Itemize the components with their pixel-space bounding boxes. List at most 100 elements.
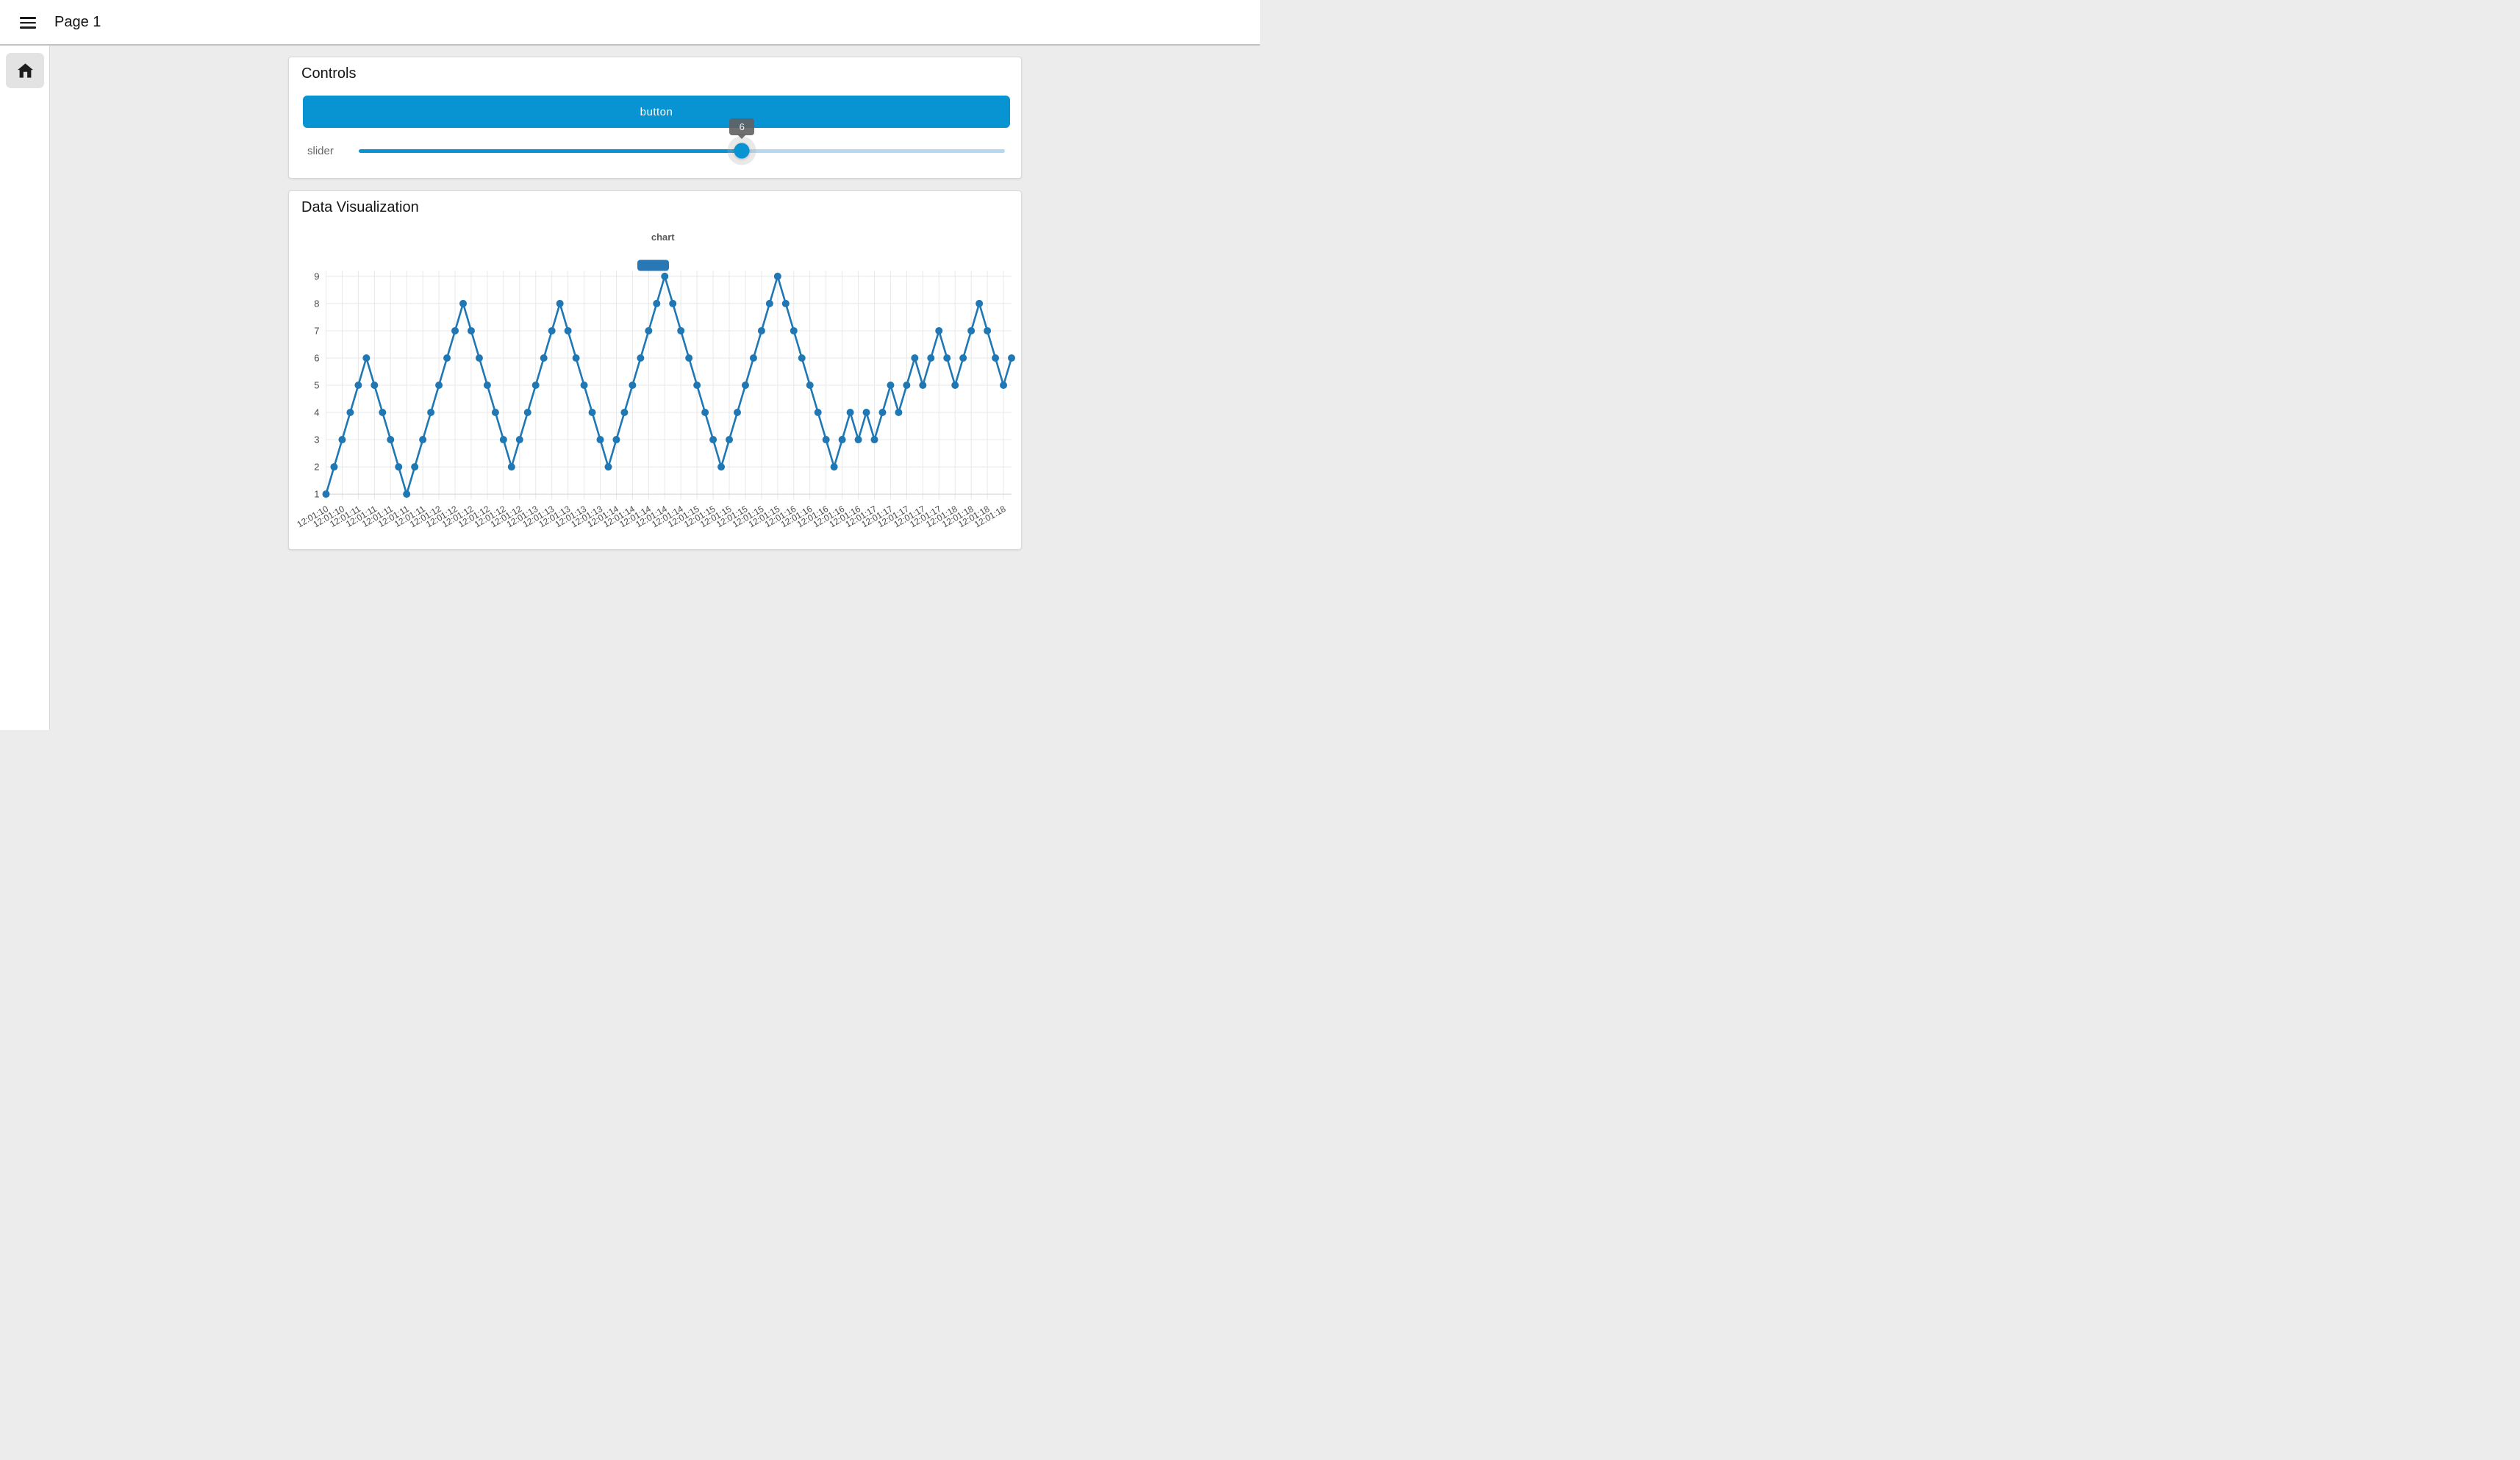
data-point bbox=[815, 409, 822, 416]
data-point bbox=[379, 409, 386, 416]
data-point bbox=[589, 409, 596, 416]
slider-value-tooltip: 6 bbox=[729, 118, 754, 135]
y-tick-label: 6 bbox=[314, 352, 319, 363]
data-point bbox=[878, 409, 886, 416]
y-tick-label: 2 bbox=[314, 462, 319, 473]
data-point bbox=[758, 327, 765, 334]
data-point bbox=[701, 409, 709, 416]
data-point bbox=[484, 382, 491, 389]
data-point bbox=[645, 327, 652, 334]
data-point bbox=[508, 463, 515, 470]
data-point bbox=[951, 382, 959, 389]
data-point bbox=[661, 273, 668, 280]
data-point bbox=[750, 354, 757, 362]
data-point bbox=[371, 382, 378, 389]
data-point bbox=[500, 436, 507, 443]
data-point bbox=[565, 327, 572, 334]
data-point bbox=[855, 436, 862, 443]
data-point bbox=[959, 354, 967, 362]
data-point bbox=[604, 463, 612, 470]
slider-fill bbox=[359, 149, 742, 153]
page-title: Page 1 bbox=[54, 0, 101, 44]
data-point bbox=[734, 409, 741, 416]
data-point bbox=[492, 409, 499, 416]
x-axis-labels: 12:01:1012:01:1012:01:1112:01:1112:01:11… bbox=[296, 504, 1008, 530]
data-point bbox=[427, 409, 434, 416]
data-point bbox=[597, 436, 604, 443]
hamburger-menu-icon[interactable] bbox=[20, 17, 36, 29]
data-point bbox=[976, 300, 983, 307]
y-tick-label: 1 bbox=[314, 489, 319, 500]
data-point bbox=[887, 382, 894, 389]
slider-handle[interactable] bbox=[734, 143, 750, 159]
data-point bbox=[362, 354, 370, 362]
data-point bbox=[806, 382, 814, 389]
data-point bbox=[476, 354, 483, 362]
data-point bbox=[927, 354, 934, 362]
y-axis-labels: 123456789 bbox=[314, 271, 319, 499]
data-point bbox=[984, 327, 991, 334]
data-point bbox=[653, 300, 660, 307]
data-point bbox=[548, 327, 556, 334]
slider-track[interactable]: 6 bbox=[359, 149, 1005, 153]
data-point bbox=[459, 300, 467, 307]
home-icon bbox=[18, 63, 33, 78]
data-point bbox=[419, 436, 426, 443]
data-point bbox=[847, 409, 854, 416]
data-point bbox=[1008, 354, 1015, 362]
data-point bbox=[532, 382, 540, 389]
data-point bbox=[709, 436, 717, 443]
slider-label: slider bbox=[307, 145, 334, 157]
data-point bbox=[637, 354, 644, 362]
data-point bbox=[766, 300, 773, 307]
controls-card-title: Controls bbox=[301, 65, 356, 82]
data-point bbox=[540, 354, 548, 362]
y-tick-label: 8 bbox=[314, 298, 319, 309]
data-point bbox=[693, 382, 701, 389]
data-point bbox=[573, 354, 580, 362]
data-point bbox=[863, 409, 870, 416]
data-point bbox=[774, 273, 781, 280]
data-point bbox=[839, 436, 846, 443]
y-tick-label: 3 bbox=[314, 434, 319, 445]
data-point bbox=[443, 354, 451, 362]
action-button[interactable]: button bbox=[303, 96, 1010, 128]
data-point bbox=[669, 300, 676, 307]
data-point bbox=[524, 409, 531, 416]
data-point bbox=[943, 354, 951, 362]
data-point bbox=[798, 354, 806, 362]
data-point bbox=[1000, 382, 1007, 389]
y-tick-label: 7 bbox=[314, 325, 319, 336]
chart-title: chart bbox=[651, 232, 675, 243]
topbar: Page 1 bbox=[0, 0, 1260, 46]
data-point bbox=[346, 409, 354, 416]
data-visualization-card: Data Visualization chart12345678912:01:1… bbox=[288, 190, 1022, 550]
legend-swatch bbox=[637, 260, 669, 271]
data-point bbox=[726, 436, 733, 443]
data-point bbox=[742, 382, 749, 389]
sidebar-home-button[interactable] bbox=[6, 53, 44, 88]
data-point bbox=[919, 382, 926, 389]
data-point bbox=[903, 382, 910, 389]
data-point bbox=[935, 327, 942, 334]
data-point bbox=[620, 409, 628, 416]
data-point bbox=[717, 463, 725, 470]
data-point bbox=[354, 382, 362, 389]
data-point bbox=[823, 436, 830, 443]
data-point bbox=[782, 300, 790, 307]
data-point bbox=[581, 382, 588, 389]
data-point bbox=[895, 409, 902, 416]
data-point bbox=[451, 327, 459, 334]
data-point bbox=[516, 436, 523, 443]
data-point bbox=[387, 436, 394, 443]
data-point bbox=[967, 327, 975, 334]
data-point bbox=[612, 436, 620, 443]
data-point bbox=[411, 463, 418, 470]
data-point bbox=[677, 327, 684, 334]
data-point bbox=[911, 354, 918, 362]
y-tick-label: 9 bbox=[314, 271, 319, 282]
data-point bbox=[992, 354, 999, 362]
data-point bbox=[395, 463, 402, 470]
line-chart[interactable]: chart12345678912:01:1012:01:1012:01:1112… bbox=[289, 191, 1023, 551]
controls-card: Controls button slider 6 bbox=[288, 57, 1022, 179]
